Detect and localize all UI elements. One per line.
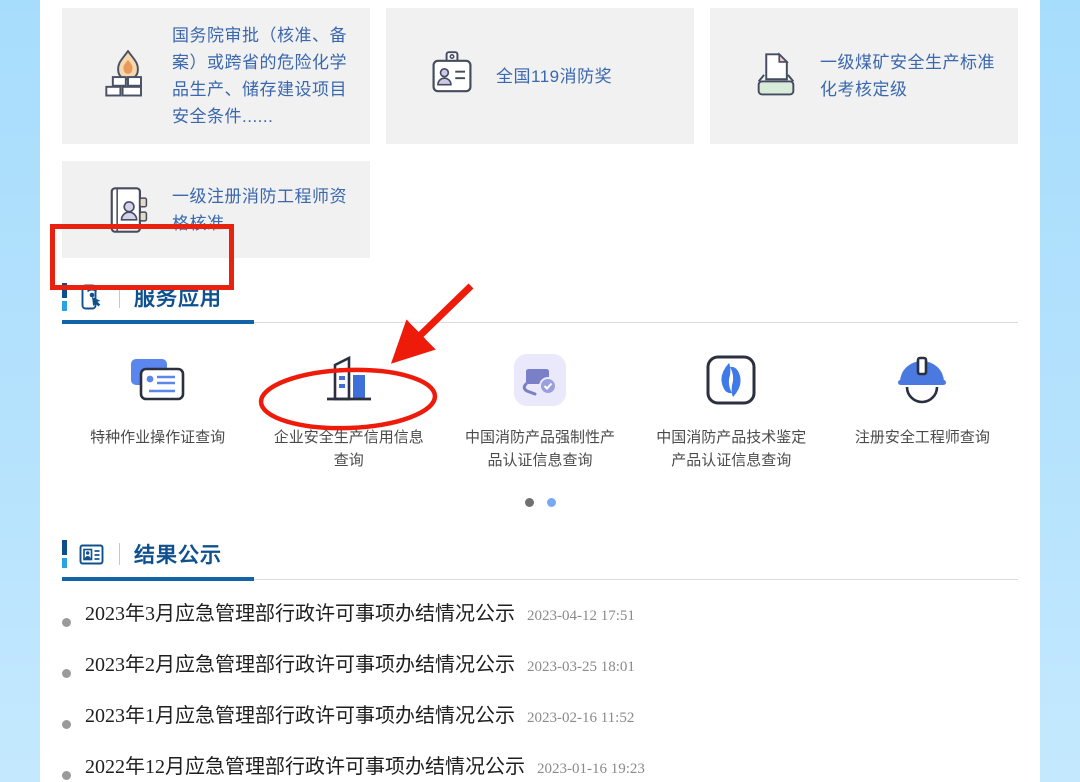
certificate-cards-icon — [129, 357, 187, 403]
card-coal-mine-standardization[interactable]: 一级煤矿安全生产标准化考核定级 — [710, 8, 1018, 144]
news-date: 2023-01-16 19:23 — [537, 761, 645, 778]
news-title[interactable]: 2022年12月应急管理部行政许可事项办结情况公示 — [85, 750, 525, 779]
service-label[interactable]: 特种作业操作证查询 — [90, 426, 225, 449]
carousel-dot-1[interactable] — [525, 498, 534, 507]
news-title[interactable]: 2023年3月应急管理部行政许可事项办结情况公示 — [85, 597, 515, 626]
service-fire-product-ccc-query[interactable]: 中国消防产品强制性产品认证信息查询 — [444, 346, 635, 472]
bullet-icon — [62, 618, 71, 627]
card-label[interactable]: 一级注册消防工程师资格核准 — [172, 183, 352, 237]
card-label[interactable]: 全国119消防奖 — [496, 63, 612, 90]
card-label[interactable]: 国务院审批（核准、备案）或跨省的危险化学品生产、储存建设项目安全条件...... — [172, 22, 352, 130]
card-national-119-fire-award[interactable]: 全国119消防奖 — [386, 8, 694, 144]
news-date: 2023-04-12 17:51 — [527, 608, 635, 625]
news-title[interactable]: 2023年1月应急管理部行政许可事项办结情况公示 — [85, 699, 515, 728]
services-section-header: 服务应用 — [62, 282, 1018, 324]
accent-bar — [62, 283, 67, 311]
newspaper-icon — [78, 541, 105, 568]
id-badge-icon — [426, 50, 478, 102]
news-item[interactable]: 2023年1月应急管理部行政许可事项办结情况公示 2023-02-16 11:5… — [62, 699, 1018, 750]
news-date: 2023-02-16 11:52 — [527, 710, 634, 727]
service-label[interactable]: 注册安全工程师查询 — [855, 426, 990, 449]
news-item[interactable]: 2023年2月应急管理部行政许可事项办结情况公示 2023-03-25 18:0… — [62, 648, 1018, 699]
results-section-header: 结果公示 — [62, 539, 1018, 581]
header-divider — [119, 543, 120, 565]
header-divider — [119, 286, 120, 308]
news-date: 2023-03-25 18:01 — [527, 659, 635, 676]
card-label[interactable]: 一级煤矿安全生产标准化考核定级 — [820, 49, 1000, 103]
service-label[interactable]: 企业安全生产信用信息查询 — [270, 426, 428, 472]
card-state-council-approval[interactable]: 国务院审批（核准、备案）或跨省的危险化学品生产、储存建设项目安全条件...... — [62, 8, 370, 144]
news-item[interactable]: 2023年3月应急管理部行政许可事项办结情况公示 2023-04-12 17:5… — [62, 597, 1018, 648]
news-item[interactable]: 2022年12月应急管理部行政许可事项办结情况公示 2023-01-16 19:… — [62, 750, 1018, 782]
carousel-dot-2-active[interactable] — [547, 498, 556, 507]
buildings-icon — [323, 355, 375, 405]
bullet-icon — [62, 669, 71, 678]
accent-bar — [62, 540, 67, 568]
firewall-flame-icon — [102, 50, 154, 102]
section-underline — [62, 577, 1018, 581]
news-title[interactable]: 2023年2月应急管理部行政许可事项办结情况公示 — [85, 648, 515, 677]
hand-shield-icon — [513, 353, 567, 407]
service-fire-product-technical-appraisal-query[interactable]: 中国消防产品技术鉴定产品认证信息查询 — [636, 346, 827, 472]
card-fire-engineer-qualification[interactable]: 一级注册消防工程师资格核准 — [62, 161, 370, 258]
services-row: 特种作业操作证查询 企业安全生产信用信息查询 — [62, 346, 1018, 472]
carousel-pagination — [62, 498, 1018, 507]
flame-square-icon — [705, 354, 757, 406]
approval-cards-grid: 国务院审批（核准、备案）或跨省的危险化学品生产、储存建设项目安全条件......… — [62, 8, 1018, 258]
service-enterprise-safety-credit-query[interactable]: 企业安全生产信用信息查询 — [253, 346, 444, 472]
bullet-icon — [62, 720, 71, 729]
results-news-list: 2023年3月应急管理部行政许可事项办结情况公示 2023-04-12 17:5… — [62, 597, 1018, 782]
section-title: 结果公示 — [134, 539, 222, 569]
page-content: 国务院审批（核准、备案）或跨省的危险化学品生产、储存建设项目安全条件......… — [40, 0, 1040, 782]
service-label[interactable]: 中国消防产品技术鉴定产品认证信息查询 — [652, 426, 810, 472]
service-label[interactable]: 中国消防产品强制性产品认证信息查询 — [461, 426, 619, 472]
contact-book-icon — [102, 184, 154, 236]
safety-helmet-icon — [893, 355, 951, 405]
section-title: 服务应用 — [134, 282, 222, 312]
section-underline — [62, 320, 1018, 324]
phone-touch-icon — [78, 284, 105, 311]
service-special-operation-cert-query[interactable]: 特种作业操作证查询 — [62, 346, 253, 472]
bullet-icon — [62, 771, 71, 780]
document-tray-icon — [750, 50, 802, 102]
service-registered-safety-engineer-query[interactable]: 注册安全工程师查询 — [827, 346, 1018, 472]
